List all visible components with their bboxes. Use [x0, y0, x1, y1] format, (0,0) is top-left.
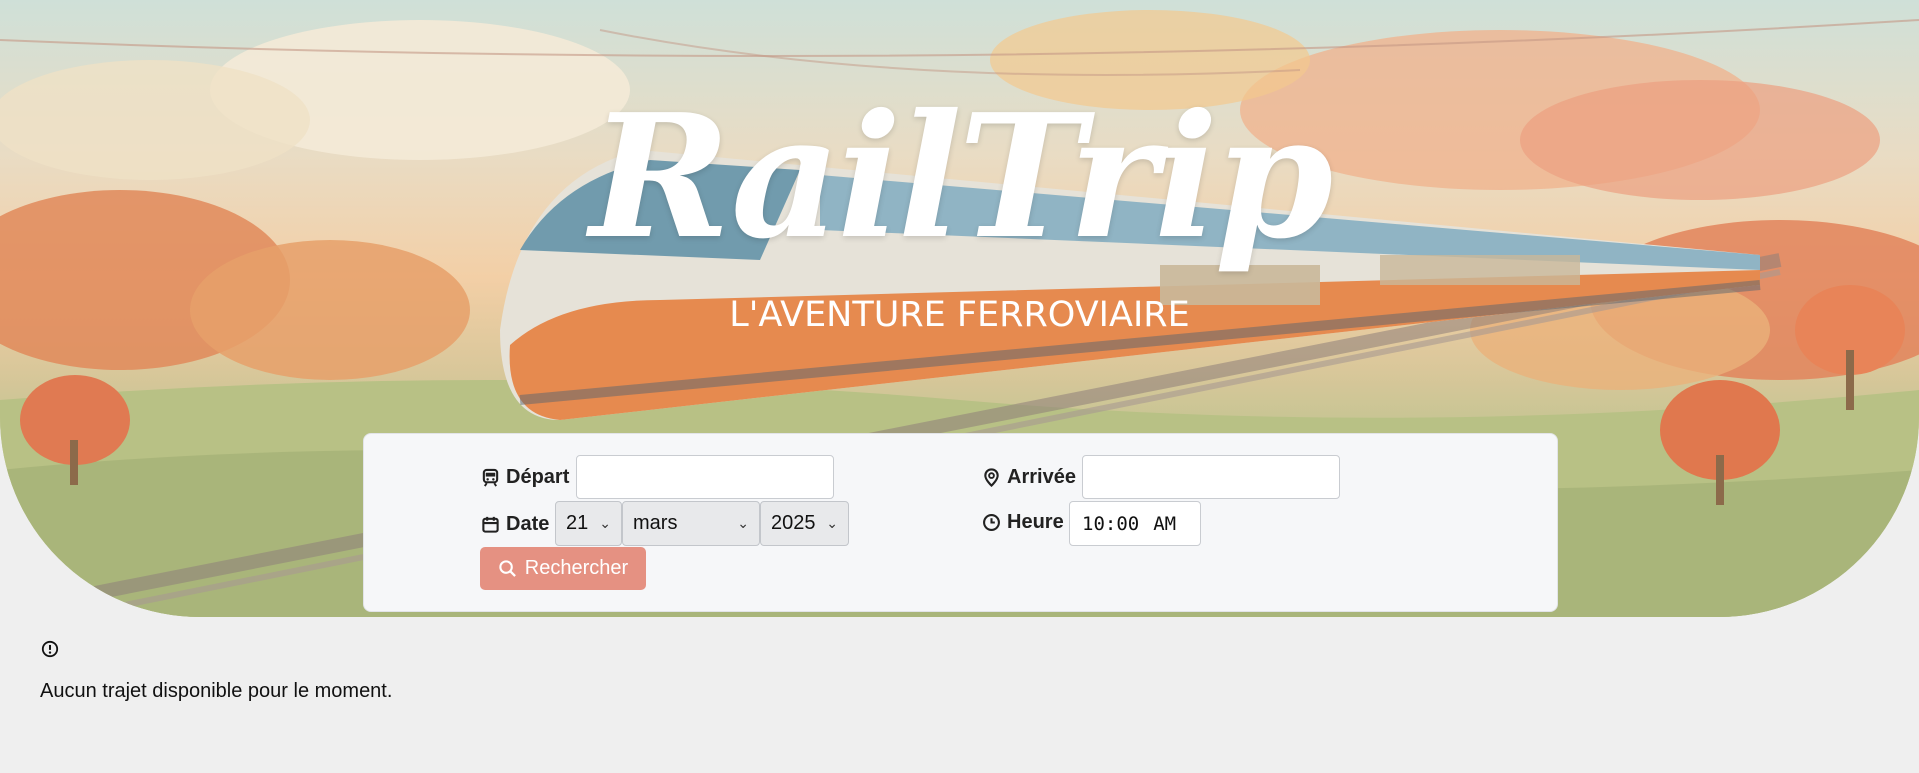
- brand-subtitle: L'AVENTURE FERROVIAIRE: [729, 295, 1190, 335]
- chevron-down-icon: ⌄: [737, 515, 749, 531]
- depart-label-text: Départ: [506, 466, 570, 488]
- empty-results-message: Aucun trajet disponible pour le moment.: [40, 680, 393, 702]
- year-select-value: 2025: [771, 512, 816, 534]
- alert-circle-icon: [41, 640, 59, 658]
- brand-logo-title: RailTrip: [589, 77, 1334, 277]
- heure-label-text: Heure: [1007, 511, 1064, 533]
- day-select-value: 21: [566, 512, 589, 534]
- arrivee-label-text: Arrivée: [1007, 466, 1076, 488]
- depart-label: Départ: [481, 466, 569, 489]
- arrivee-input[interactable]: [1082, 455, 1340, 499]
- chevron-down-icon: ⌄: [599, 515, 611, 531]
- depart-input[interactable]: [576, 455, 834, 499]
- month-select-value: mars: [633, 512, 678, 534]
- year-select[interactable]: 2025 ⌄: [760, 501, 849, 546]
- map-pin-icon: [984, 468, 999, 487]
- calendar-icon: [482, 516, 499, 533]
- month-select[interactable]: mars ⌄: [622, 501, 760, 546]
- day-select[interactable]: 21 ⌄: [555, 501, 622, 546]
- clock-icon: [983, 514, 1000, 531]
- heure-label: Heure: [982, 511, 1064, 534]
- train-icon: [482, 468, 499, 487]
- date-label-text: Date: [506, 513, 550, 535]
- search-icon: [499, 560, 516, 577]
- time-period: AM: [1153, 512, 1177, 535]
- search-button-label: Rechercher: [524, 557, 629, 579]
- arrivee-label: Arrivée: [982, 466, 1076, 489]
- time-hour-minute: 10:00: [1082, 512, 1140, 535]
- search-button[interactable]: Rechercher: [480, 547, 646, 590]
- date-label: Date: [481, 513, 549, 536]
- chevron-down-icon: ⌄: [826, 515, 838, 531]
- time-input[interactable]: 10:00 AM: [1069, 501, 1201, 546]
